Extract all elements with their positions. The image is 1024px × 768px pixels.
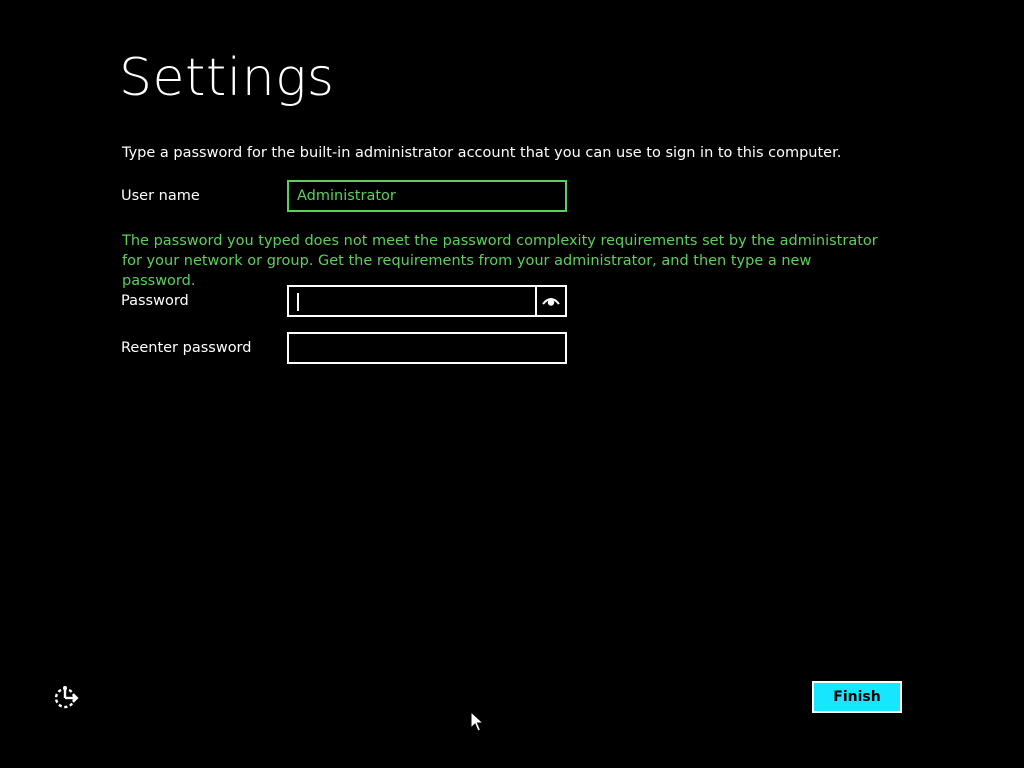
ease-of-access-icon[interactable] <box>52 684 80 712</box>
instructions-text: Type a password for the built-in adminis… <box>122 145 842 161</box>
password-field[interactable] <box>287 285 567 317</box>
mouse-pointer-icon <box>470 710 485 733</box>
password-error-message: The password you typed does not meet the… <box>122 233 878 289</box>
text-caret <box>297 293 299 311</box>
eye-icon <box>542 292 560 311</box>
username-field[interactable]: Administrator <box>287 180 567 212</box>
finish-button[interactable]: Finish <box>812 681 902 713</box>
username-value: Administrator <box>297 188 396 204</box>
password-label: Password <box>121 293 189 309</box>
reveal-password-button[interactable] <box>535 287 565 315</box>
reenter-password-field[interactable] <box>287 332 567 364</box>
reenter-password-label: Reenter password <box>121 340 252 356</box>
username-label: User name <box>121 188 200 204</box>
setup-screen: Settings Type a password for the built-i… <box>0 0 1024 768</box>
page-title: Settings <box>119 48 335 108</box>
